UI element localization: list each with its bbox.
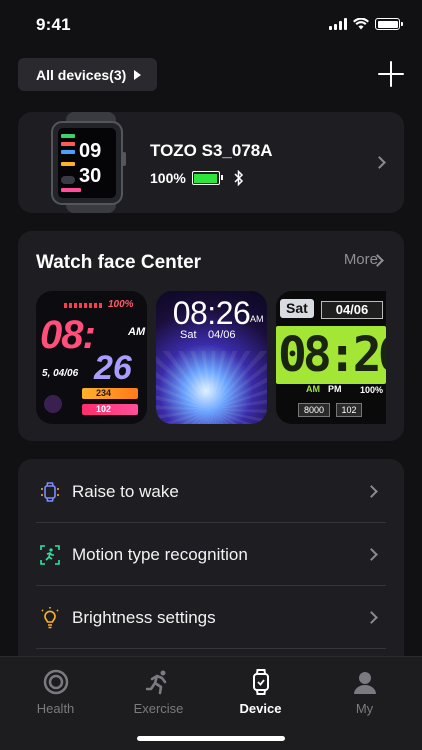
settings-label: Motion type recognition (72, 545, 248, 564)
bluetooth-icon (234, 170, 244, 186)
tab-device[interactable]: Device (208, 657, 313, 717)
face1-ring (44, 395, 62, 413)
face3-ampm: AM PM (306, 384, 342, 394)
tab-exercise[interactable]: Exercise (106, 657, 211, 717)
face1-date: 5, 04/06 (42, 368, 79, 379)
tab-my[interactable]: My (312, 657, 417, 717)
status-bar: 9:41 (0, 0, 422, 52)
battery-full-icon (191, 171, 223, 185)
device-card[interactable]: 09 30 (18, 112, 404, 213)
battery-bar (64, 303, 104, 308)
status-icons (329, 18, 403, 30)
device-name: TOZO S3_078A (150, 141, 273, 160)
watch-face-1[interactable]: 100% 08: AM 26 5, 04/06 234 102 (36, 291, 147, 424)
settings-row-motion-type[interactable]: Motion type recognition (36, 524, 386, 586)
home-indicator[interactable] (137, 736, 285, 741)
running-icon (146, 670, 167, 695)
watch-face-2[interactable]: 08:26 AM Sat 04/06 (156, 291, 267, 424)
face1-hour: 08: (40, 313, 96, 357)
tunnel-background (156, 351, 267, 424)
tab-health[interactable]: Health (3, 657, 108, 717)
face2-day: Sat (180, 329, 197, 341)
face3-date: 04/06 (321, 301, 383, 319)
add-device-button[interactable] (378, 61, 404, 87)
tab-label: Device (239, 701, 282, 716)
face3-time: 08:26 (278, 327, 386, 383)
chevron-right-icon (365, 611, 378, 624)
all-devices-dropdown[interactable]: All devices(3) (18, 58, 158, 91)
status-time: 9:41 (36, 15, 71, 34)
settings-row-brightness[interactable]: Brightness settings (36, 587, 386, 649)
wifi-icon (353, 18, 369, 30)
tab-label: Exercise (133, 701, 184, 716)
settings-row-raise-to-wake[interactable]: Raise to wake (36, 461, 386, 523)
face1-ampm: AM (128, 326, 146, 338)
chevron-right-icon (373, 156, 386, 169)
face3-battery: 100% (360, 385, 384, 395)
watch-face-3[interactable]: Sat 04/06 08:26 AMPM 100% 8000 102 (276, 291, 386, 424)
all-devices-label: All devices(3) (36, 66, 127, 83)
watch-minute: 30 (79, 165, 101, 187)
watch-wake-icon (36, 478, 64, 506)
settings-label: Raise to wake (72, 482, 179, 501)
divider (36, 648, 386, 649)
device-status: 100% (150, 170, 244, 186)
device-battery-text: 100% (150, 170, 186, 186)
face2-date: 04/06 (208, 329, 236, 341)
face1-heart: 102 (82, 404, 138, 415)
face3-steps: 8000 (298, 403, 330, 417)
running-person-icon (36, 541, 64, 569)
play-triangle-icon (134, 69, 142, 80)
divider (36, 585, 386, 586)
face1-steps: 234 (82, 388, 138, 399)
lightbulb-icon (36, 604, 64, 632)
tab-label: Health (36, 701, 75, 716)
chevron-right-icon (365, 485, 378, 498)
smartwatch-image: 09 30 (51, 112, 126, 213)
face2-ampm: AM (250, 314, 264, 324)
settings-label: Brightness settings (72, 608, 216, 627)
watch-face-center-title: Watch face Center (36, 252, 202, 273)
person-icon (354, 672, 376, 694)
face3-day: Sat (280, 299, 314, 318)
face1-battery: 100% (108, 299, 134, 310)
cellular-signal-icon (329, 18, 347, 30)
health-ring-icon (43, 669, 69, 695)
divider (36, 522, 386, 523)
watch-hour: 09 (79, 140, 101, 162)
tab-label: My (355, 701, 374, 716)
face3-heart: 102 (336, 403, 362, 417)
face1-minute: 26 (94, 349, 132, 387)
chevron-right-icon (365, 548, 378, 561)
battery-icon (375, 18, 403, 30)
watch-icon (253, 669, 269, 695)
